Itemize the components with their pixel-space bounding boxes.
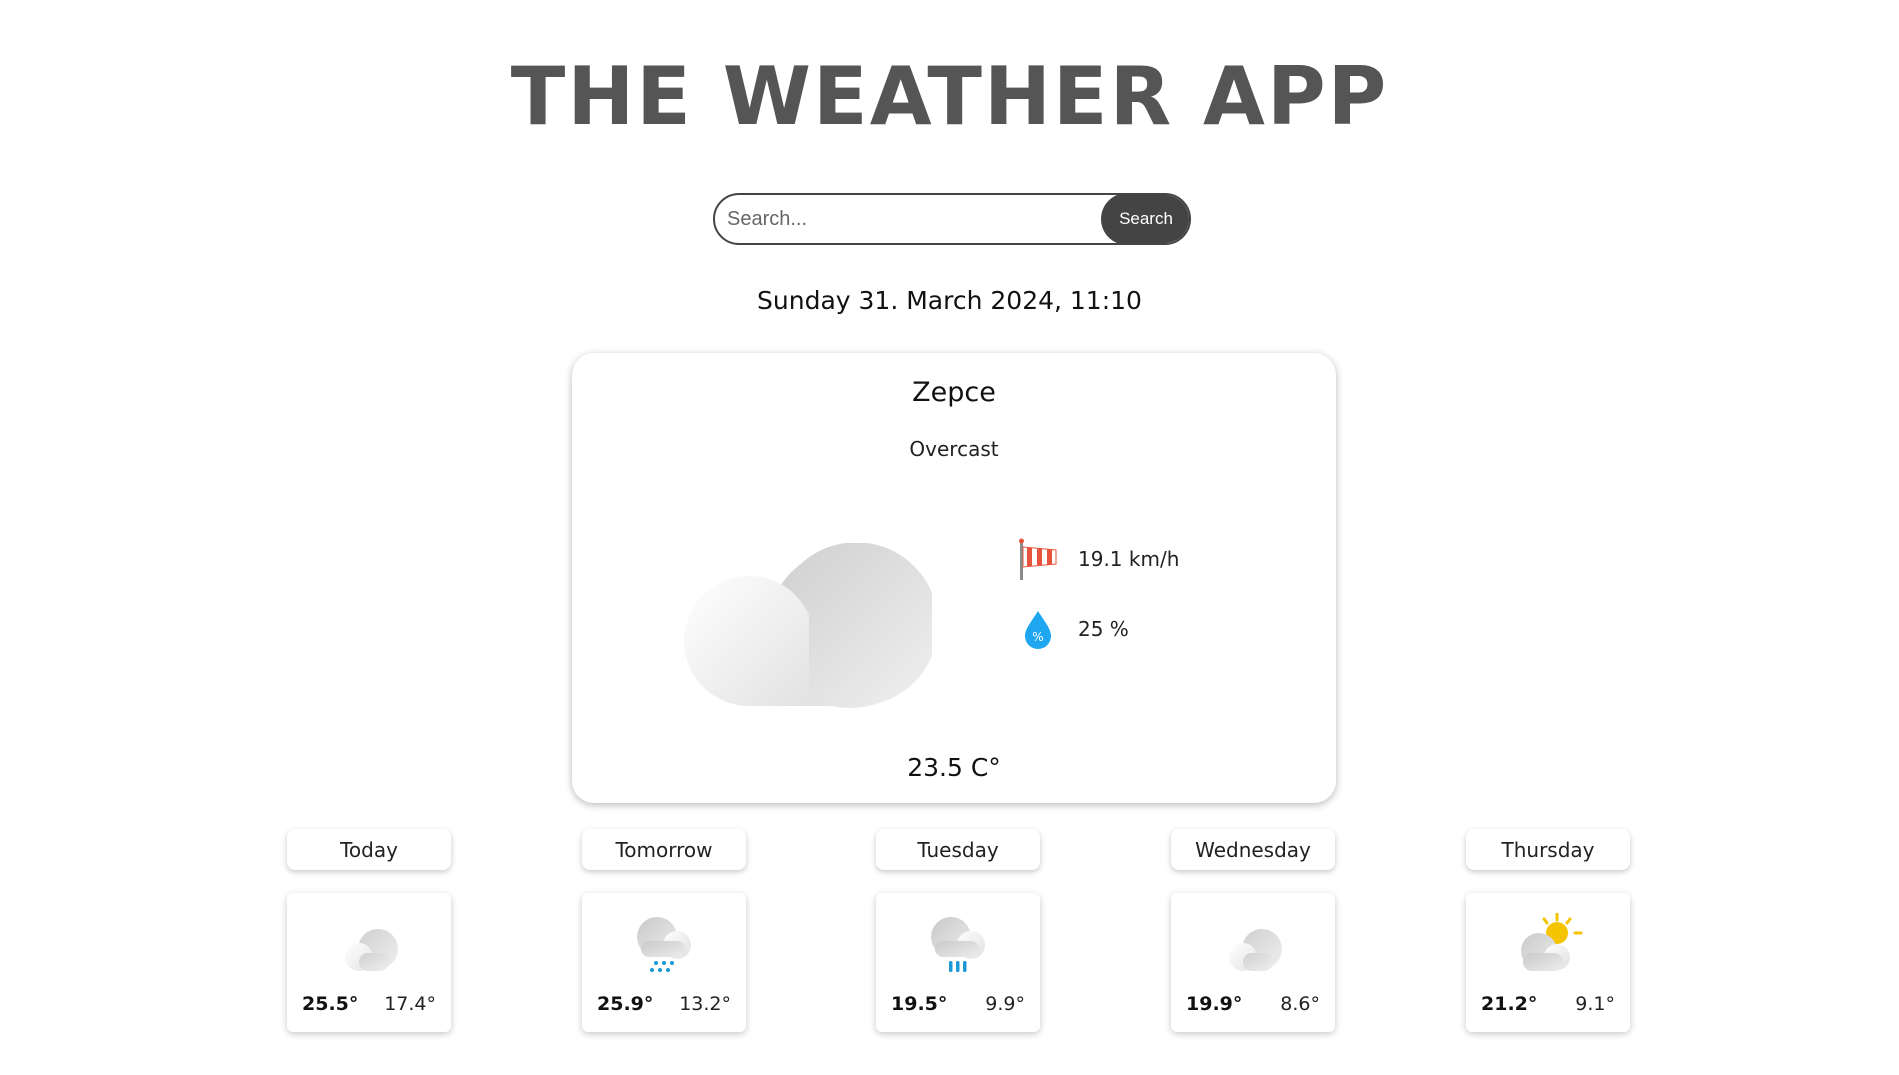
forecast-day-label[interactable]: Tomorrow	[582, 829, 746, 870]
city-name: Zepce	[912, 377, 996, 408]
humidity-value: 25 %	[1078, 617, 1129, 641]
forecast-max-temp: 19.5°	[891, 993, 948, 1015]
app-title: THE WEATHER APP	[510, 50, 1389, 143]
forecast-card-tuesday[interactable]: 19.5° 9.9°	[876, 893, 1040, 1032]
forecast-card-today[interactable]: 25.5° 17.4°	[287, 893, 451, 1032]
humidity-stat: % 25 %	[1016, 607, 1129, 651]
cloud-drizzle-icon	[637, 917, 691, 972]
forecast-max-temp: 19.9°	[1186, 993, 1243, 1015]
forecast-card-wednesday[interactable]: 19.9° 8.6°	[1171, 893, 1335, 1032]
forecast-day-label[interactable]: Thursday	[1466, 829, 1630, 870]
forecast-max-temp: 21.2°	[1481, 993, 1538, 1015]
wind-speed: 19.1 km/h	[1078, 547, 1180, 571]
windsock-icon	[1019, 538, 1057, 580]
forecast-min-temp: 17.4°	[384, 993, 436, 1015]
current-datetime: Sunday 31. March 2024, 11:10	[757, 286, 1142, 315]
partly-sunny-icon	[1521, 913, 1583, 971]
forecast-card-thursday[interactable]: 21.2° 9.1°	[1466, 893, 1630, 1032]
forecast-day-label[interactable]: Wednesday	[1171, 829, 1335, 870]
search-input[interactable]	[715, 195, 1101, 243]
search-button[interactable]: Search	[1101, 195, 1189, 243]
forecast-day-label[interactable]: Tuesday	[876, 829, 1040, 870]
wind-stat: 19.1 km/h	[1016, 537, 1179, 581]
weather-condition: Overcast	[909, 437, 999, 461]
forecast-min-temp: 9.9°	[985, 993, 1025, 1015]
humidity-drop-icon: %	[1025, 611, 1051, 649]
forecast-max-temp: 25.5°	[302, 993, 359, 1015]
overcast-cloud-icon	[684, 543, 932, 708]
svg-text:%: %	[1032, 630, 1043, 644]
search-bar: Search	[713, 193, 1191, 245]
forecast-min-temp: 13.2°	[679, 993, 731, 1015]
cloud-rain-icon	[931, 917, 985, 972]
current-temperature: 23.5 C°	[907, 753, 1001, 782]
weather-page: THE WEATHER APP Search Sunday 31. March …	[0, 0, 1899, 1075]
current-weather-card: Zepce Overcast 19.1 km/h % 25 % 23.5 C°	[572, 353, 1336, 803]
forecast-min-temp: 8.6°	[1280, 993, 1320, 1015]
forecast-max-temp: 25.9°	[597, 993, 654, 1015]
cloudy-icon	[345, 929, 398, 971]
forecast-card-tomorrow[interactable]: 25.9° 13.2°	[582, 893, 746, 1032]
forecast-min-temp: 9.1°	[1575, 993, 1615, 1015]
cloudy-icon	[1229, 929, 1282, 971]
forecast-day-label[interactable]: Today	[287, 829, 451, 870]
